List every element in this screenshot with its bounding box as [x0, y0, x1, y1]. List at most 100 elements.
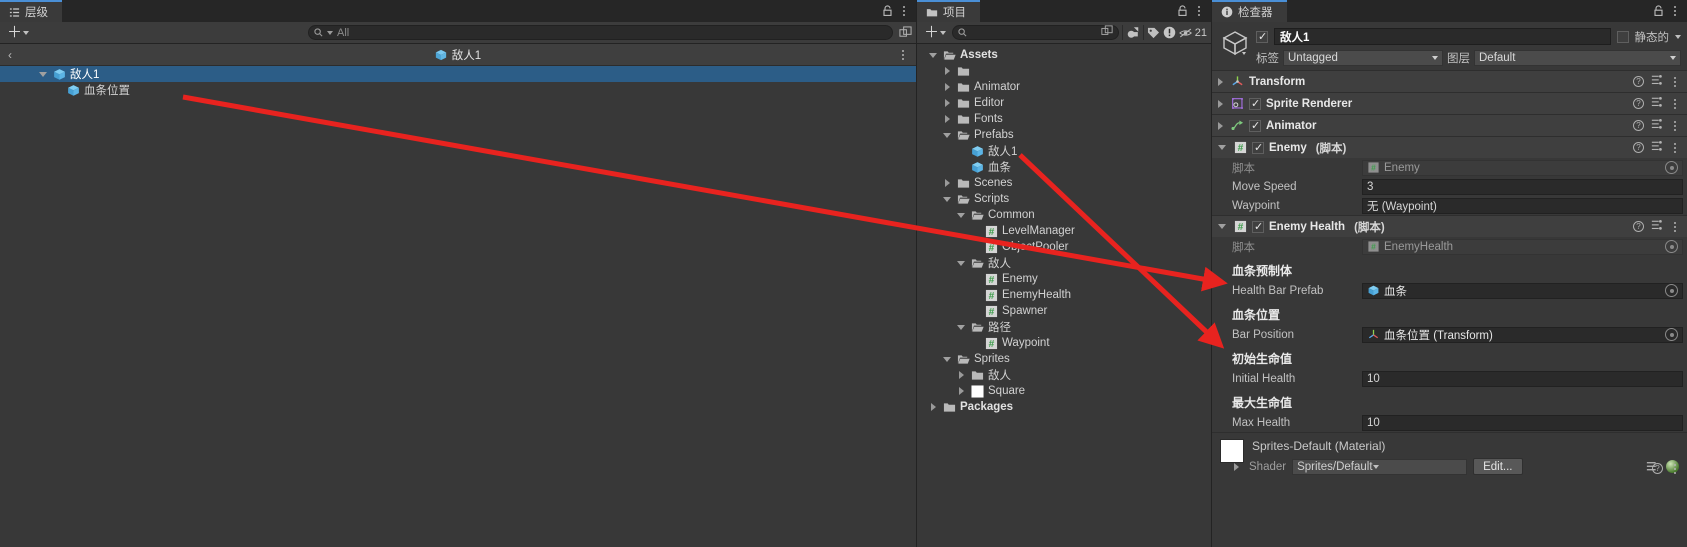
material-menu-icon[interactable]	[1670, 463, 1680, 474]
expand-triangle-icon[interactable]	[941, 67, 953, 75]
project-lock-icon[interactable]	[1177, 5, 1188, 17]
project-item-Spawner[interactable]: # Spawner	[917, 303, 1211, 319]
collapse-triangle-icon[interactable]	[37, 71, 49, 77]
hierarchy-item-血条位置[interactable]: 血条位置	[0, 82, 916, 98]
component-menu-icon[interactable]	[1670, 76, 1680, 87]
lock-icon[interactable]	[882, 5, 893, 17]
inspector-lock-icon[interactable]	[1653, 5, 1664, 17]
hidden-count-badge[interactable]: 21	[1178, 27, 1207, 39]
component-menu-icon[interactable]	[1670, 98, 1680, 109]
object-picker-icon[interactable]	[1665, 240, 1678, 253]
project-item-Scenes[interactable]: Scenes	[917, 175, 1211, 191]
expand-triangle-icon[interactable]	[955, 371, 967, 379]
expand-triangle-icon[interactable]	[941, 115, 953, 123]
chevron-right-icon[interactable]	[1218, 99, 1223, 108]
edit-shader-button[interactable]: Edit...	[1473, 458, 1523, 475]
collapse-triangle-icon[interactable]	[955, 260, 967, 266]
object-picker-icon[interactable]	[1665, 161, 1678, 174]
component-enabled-checkbox[interactable]	[1249, 119, 1261, 132]
project-item-Sprites[interactable]: Sprites	[917, 351, 1211, 367]
help-icon[interactable]: ?	[1652, 463, 1663, 474]
hierarchy-search-input[interactable]: All	[308, 25, 893, 40]
create-asset-button[interactable]: ＋	[921, 25, 949, 40]
hierarchy-item-敌人1[interactable]: 敌人1	[0, 66, 916, 82]
component-header-transform[interactable]: Transform?	[1212, 71, 1687, 92]
gameobject-active-checkbox[interactable]	[1256, 30, 1268, 43]
property-field-bar-position[interactable]: 血条位置 (Transform)	[1362, 326, 1683, 343]
expand-triangle-icon[interactable]	[955, 387, 967, 395]
component-menu-icon[interactable]	[1670, 142, 1680, 153]
project-item-unnamed[interactable]	[917, 63, 1211, 79]
tab-project[interactable]: 项目	[917, 0, 980, 22]
project-item-Fonts[interactable]: Fonts	[917, 111, 1211, 127]
collapse-triangle-icon[interactable]	[955, 324, 967, 330]
expand-triangle-icon[interactable]	[927, 403, 939, 411]
project-search-input[interactable]	[952, 25, 1119, 40]
property-field-move-speed[interactable]: 3	[1362, 178, 1683, 195]
help-icon[interactable]: ?	[1633, 142, 1644, 153]
preset-icon[interactable]	[1651, 118, 1663, 133]
project-item-Assets[interactable]: Assets	[917, 47, 1211, 63]
project-tree[interactable]: Assets Animator Editor Fonts Prefabs 敌人1 血条 Sce…	[917, 44, 1211, 547]
project-item-LevelManager[interactable]: # LevelManager	[917, 223, 1211, 239]
help-icon[interactable]: ?	[1633, 221, 1644, 232]
project-item-Prefabs[interactable]: Prefabs	[917, 127, 1211, 143]
gameobject-name-input[interactable]: 敌人1	[1274, 28, 1611, 45]
tag-dropdown[interactable]: Untagged	[1283, 50, 1443, 66]
collapse-triangle-icon[interactable]	[941, 132, 953, 138]
component-header-sprite-renderer[interactable]: Sprite Renderer?	[1212, 93, 1687, 114]
project-menu-icon[interactable]	[1194, 6, 1204, 16]
component-menu-icon[interactable]	[1670, 221, 1680, 232]
component-enabled-checkbox[interactable]	[1252, 220, 1264, 233]
project-search-expand-icon[interactable]	[1101, 25, 1113, 40]
collapse-triangle-icon[interactable]	[955, 212, 967, 218]
help-icon[interactable]: ?	[1633, 76, 1644, 87]
static-chevron-down-icon[interactable]	[1675, 34, 1681, 39]
expand-triangle-icon[interactable]	[941, 99, 953, 107]
component-header-enemy[interactable]: # Enemy (脚本)?	[1212, 137, 1687, 158]
project-item-Square[interactable]: Square	[917, 383, 1211, 399]
error-warning-icon[interactable]	[1163, 26, 1176, 39]
asset-filter-icon[interactable]	[1126, 26, 1140, 39]
hierarchy-tree[interactable]: 敌人1 血条位置	[0, 66, 916, 547]
help-icon[interactable]: ?	[1633, 98, 1644, 109]
project-item-Common[interactable]: Common	[917, 207, 1211, 223]
project-item-Animator[interactable]: Animator	[917, 79, 1211, 95]
project-item-敌人1[interactable]: 敌人1	[917, 143, 1211, 159]
property-field-health-bar-prefab[interactable]: 血条	[1362, 282, 1683, 299]
breadcrumb-menu-icon[interactable]	[898, 49, 908, 60]
preset-icon[interactable]	[1651, 219, 1663, 234]
project-item-EnemyHealth[interactable]: # EnemyHealth	[917, 287, 1211, 303]
chevron-right-icon[interactable]	[1218, 121, 1223, 130]
property-field-max-health[interactable]: 10	[1362, 414, 1683, 431]
preset-icon[interactable]	[1651, 74, 1663, 89]
component-header-animator[interactable]: Animator?	[1212, 115, 1687, 136]
preset-icon[interactable]	[1651, 96, 1663, 111]
label-tag-icon[interactable]	[1147, 27, 1160, 39]
project-item-Editor[interactable]: Editor	[917, 95, 1211, 111]
tab-inspector[interactable]: 检查器	[1212, 0, 1287, 22]
layer-dropdown[interactable]: Default	[1474, 50, 1681, 66]
preset-icon[interactable]	[1651, 140, 1663, 155]
shader-dropdown[interactable]: Sprites/Default	[1292, 458, 1468, 475]
project-item-血条[interactable]: 血条	[917, 159, 1211, 175]
breadcrumb-back-button[interactable]: ‹	[0, 48, 20, 62]
tab-hierarchy[interactable]: 层级	[0, 0, 62, 22]
create-gameobject-button[interactable]: ＋	[4, 25, 32, 40]
object-picker-icon[interactable]	[1665, 328, 1678, 341]
expand-triangle-icon[interactable]	[941, 179, 953, 187]
project-item-Packages[interactable]: Packages	[917, 399, 1211, 415]
collapse-triangle-icon[interactable]	[941, 356, 953, 362]
chevron-down-icon[interactable]	[1218, 145, 1226, 150]
project-item-路径[interactable]: 路径	[917, 319, 1211, 335]
component-enabled-checkbox[interactable]	[1249, 97, 1261, 110]
hierarchy-expand-icon[interactable]	[899, 26, 912, 39]
project-item-敌人[interactable]: 敌人	[917, 367, 1211, 383]
chevron-down-icon[interactable]	[1218, 224, 1226, 229]
object-picker-icon[interactable]	[1665, 284, 1678, 297]
material-expand-triangle-icon[interactable]	[1234, 462, 1239, 471]
help-icon[interactable]: ?	[1633, 120, 1644, 131]
property-field-脚本[interactable]: # EnemyHealth	[1362, 238, 1683, 255]
collapse-triangle-icon[interactable]	[927, 52, 939, 58]
hierarchy-menu-icon[interactable]	[899, 6, 909, 16]
